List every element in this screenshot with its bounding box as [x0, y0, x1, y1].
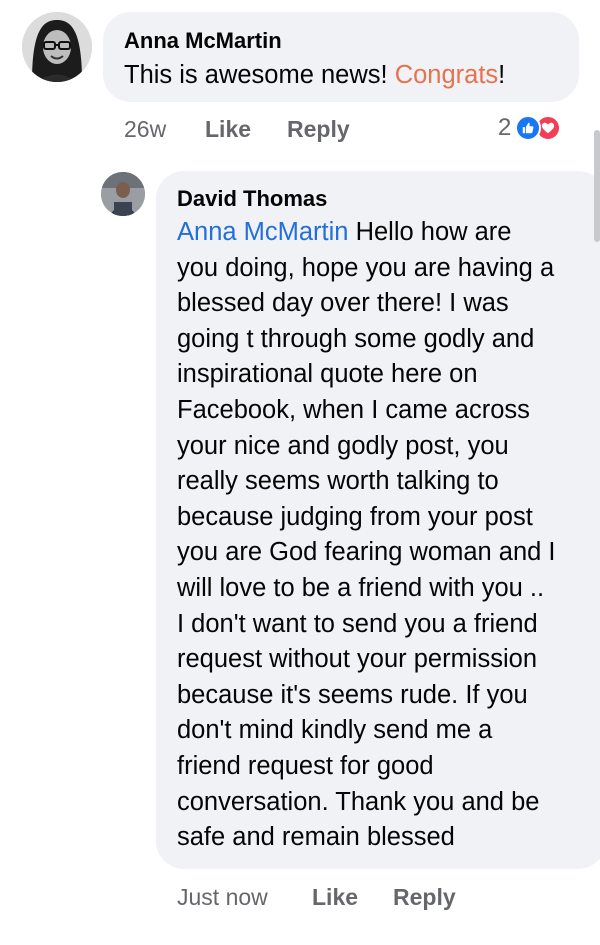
comment-thread: Anna McMartin This is awesome news! Cong…: [0, 0, 600, 945]
reply-line: you doing, hope you are having a: [177, 253, 555, 282]
reply-line: because it's seems rude. If you: [177, 680, 528, 709]
reply-reply-button[interactable]: Reply: [393, 884, 456, 911]
reply-line: your nice and godly post, you: [177, 431, 509, 460]
reply-line: don't mind kindly send me a: [177, 716, 493, 745]
reply-line: I don't want to send you a friend: [177, 609, 538, 638]
reply-line-1: Anna McMartin Hello how are: [177, 218, 512, 246]
reply-text: Anna McMartin Hello how are you doing, h…: [177, 215, 597, 856]
reply-line: going t through some godly and: [177, 324, 535, 353]
reply-line: you are God fearing woman and I: [177, 538, 556, 567]
comment-timestamp[interactable]: 26w: [124, 116, 166, 143]
reply-line: safe and remain blessed: [177, 823, 455, 852]
reply-line: because judging from your post: [177, 502, 533, 531]
reply-line: inspirational quote here on: [177, 360, 478, 389]
avatar-david[interactable]: [101, 172, 145, 216]
reply-line: blessed day over there! I was: [177, 289, 509, 318]
scrollbar[interactable]: [594, 130, 600, 242]
comment-text: This is awesome news! Congrats!: [124, 58, 505, 94]
mention-link[interactable]: Anna McMartin: [177, 218, 348, 246]
like-reaction-icon: [515, 115, 542, 141]
reply-line: conversation. Thank you and be: [177, 787, 540, 816]
reply-like-button[interactable]: Like: [312, 884, 358, 911]
like-button[interactable]: Like: [205, 116, 251, 143]
reply-line: really seems worth talking to: [177, 467, 499, 496]
avatar-anna[interactable]: [22, 12, 92, 82]
comment-text-end: !: [498, 61, 506, 89]
reaction-count: 2: [498, 114, 512, 141]
reply-timestamp[interactable]: Just now: [177, 884, 268, 911]
congrats-highlight: Congrats: [394, 61, 499, 89]
comment-text-start: This is awesome news!: [124, 61, 395, 89]
reaction-summary[interactable]: 2: [498, 112, 562, 144]
reply-line: Facebook, when I came across: [177, 395, 530, 424]
reply-line: friend request for good: [177, 751, 434, 780]
reply-author[interactable]: David Thomas: [177, 186, 327, 212]
reply-line: request without your permission: [177, 645, 538, 674]
comment-author[interactable]: Anna McMartin: [124, 28, 282, 54]
reply-button[interactable]: Reply: [287, 116, 350, 143]
reply-line: will love to be a friend with you ..: [177, 573, 545, 602]
